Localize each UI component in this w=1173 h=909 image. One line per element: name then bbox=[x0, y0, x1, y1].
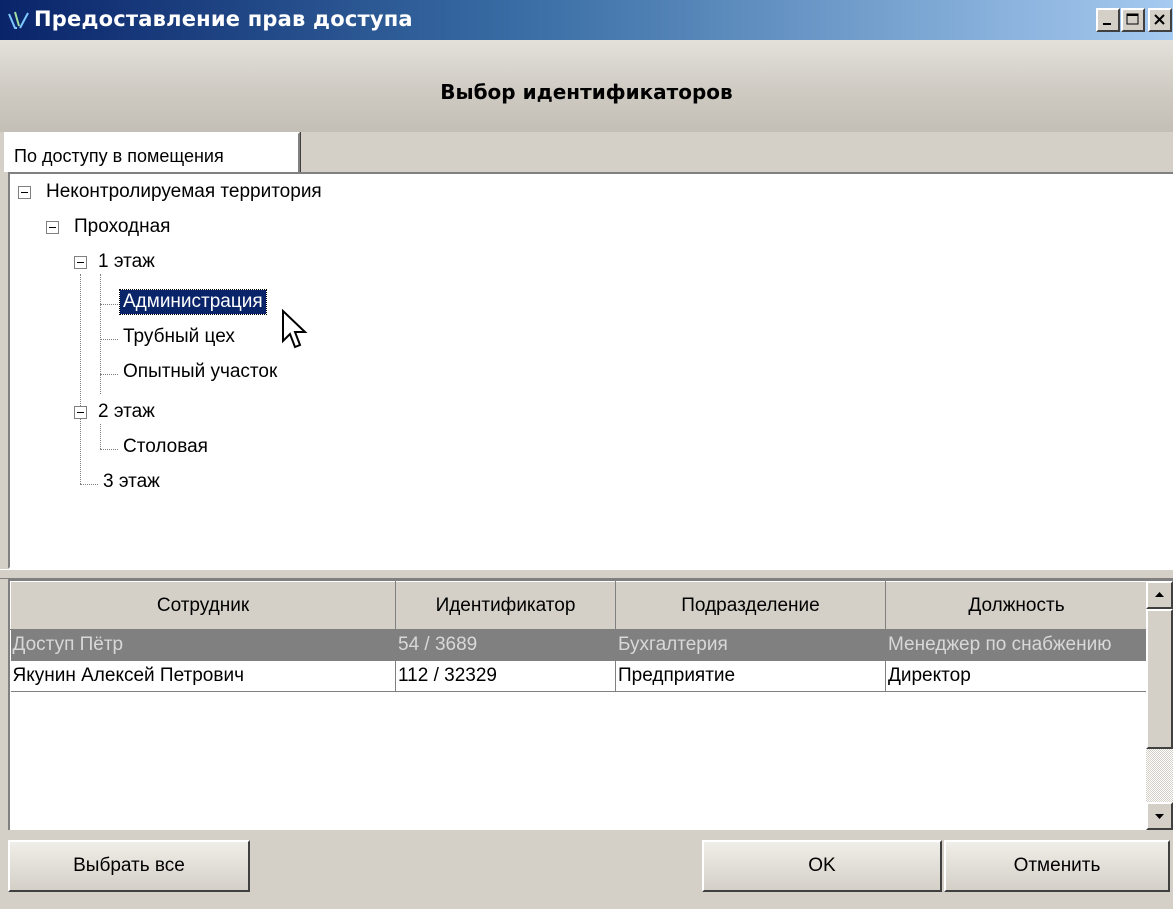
tree-connector bbox=[100, 274, 101, 394]
tree-node-canteen[interactable]: Столовая bbox=[120, 432, 211, 462]
table-row[interactable]: Доступ Пётр 54 / 3689 Бухгалтерия Менедж… bbox=[10, 629, 1148, 661]
employees-table: Сотрудник Идентификатор Подразделение До… bbox=[10, 581, 1148, 692]
cell-department: Бухгалтерия bbox=[615, 629, 886, 661]
tree-node-pipe-shop[interactable]: Трубный цех bbox=[120, 322, 238, 352]
access-rights-window: Предоставление прав доступа Выбор иденти… bbox=[0, 0, 1173, 909]
collapse-icon[interactable] bbox=[18, 185, 31, 199]
minimize-icon bbox=[1103, 23, 1111, 25]
tree-connector bbox=[100, 424, 101, 449]
collapse-icon[interactable] bbox=[46, 220, 59, 234]
column-header-position[interactable]: Должность bbox=[885, 581, 1148, 630]
arrow-down-icon bbox=[1155, 814, 1164, 819]
scroll-down-button[interactable] bbox=[1146, 802, 1173, 830]
scroll-track[interactable] bbox=[1146, 749, 1173, 802]
column-header-employee[interactable]: Сотрудник bbox=[10, 581, 396, 630]
close-button[interactable] bbox=[1148, 8, 1172, 32]
tree-connector bbox=[80, 484, 98, 485]
tree-node-floor-1[interactable]: 1 этаж bbox=[74, 247, 158, 277]
panel-splitter[interactable] bbox=[0, 569, 1173, 579]
window-title: Предоставление прав доступа bbox=[34, 7, 413, 31]
room-tree: Неконтролируемая территория Проходная 1 … bbox=[8, 172, 1173, 569]
tree-connector bbox=[100, 339, 118, 340]
tree-connector bbox=[100, 449, 118, 450]
title-bar[interactable]: Предоставление прав доступа bbox=[0, 0, 1173, 40]
tree-node-label: Неконтролируемая территория bbox=[46, 181, 322, 202]
cell-position: Менеджер по снабжению bbox=[885, 629, 1148, 661]
collapse-icon[interactable] bbox=[74, 255, 87, 269]
cell-employee: Доступ Пётр bbox=[10, 629, 396, 661]
scroll-up-button[interactable] bbox=[1146, 581, 1173, 609]
ok-button[interactable]: OK bbox=[702, 840, 942, 892]
mouse-cursor-icon bbox=[282, 309, 308, 349]
vertical-scrollbar[interactable] bbox=[1146, 581, 1173, 830]
employees-grid: Сотрудник Идентификатор Подразделение До… bbox=[8, 579, 1173, 830]
tree-connector bbox=[100, 374, 118, 375]
table-row[interactable]: Якунин Алексей Петрович 112 / 32329 Пред… bbox=[10, 660, 1148, 692]
minimize-button[interactable] bbox=[1096, 8, 1120, 32]
tree-node-floor-2[interactable]: 2 этаж bbox=[74, 397, 158, 427]
cell-department: Предприятие bbox=[615, 660, 886, 692]
tree-connector bbox=[100, 304, 118, 305]
tree-node-label: Столовая bbox=[123, 436, 208, 457]
collapse-icon[interactable] bbox=[74, 405, 87, 419]
tree-node-label: 2 этаж bbox=[98, 401, 155, 422]
page-title: Выбор идентификаторов bbox=[440, 80, 733, 104]
arrow-up-icon bbox=[1155, 592, 1164, 597]
tab-room-access[interactable]: По доступу в помещения bbox=[4, 132, 300, 172]
column-header-department[interactable]: Подразделение bbox=[615, 581, 886, 630]
tree-node-label: Трубный цех bbox=[123, 326, 235, 347]
close-icon bbox=[1154, 14, 1165, 25]
column-header-identifier[interactable]: Идентификатор bbox=[395, 581, 616, 630]
tree-node-label: Проходная bbox=[74, 216, 171, 237]
cell-employee: Якунин Алексей Петрович bbox=[10, 660, 396, 692]
tree-node-label: Опытный участок bbox=[123, 361, 278, 382]
cell-identifier: 112 / 32329 bbox=[395, 660, 616, 692]
tree-node-checkpoint[interactable]: Проходная bbox=[46, 212, 173, 242]
tree-node-floor-3[interactable]: 3 этаж bbox=[100, 467, 163, 497]
cell-identifier: 54 / 3689 bbox=[395, 629, 616, 661]
cell-position: Директор bbox=[885, 660, 1148, 692]
tree-node-label: Администрация bbox=[119, 289, 267, 315]
tree-connector bbox=[80, 274, 81, 484]
maximize-icon bbox=[1126, 13, 1139, 25]
tree-node-pilot-section[interactable]: Опытный участок bbox=[120, 357, 280, 387]
tree-node-label: 1 этаж bbox=[98, 251, 155, 272]
cancel-button[interactable]: Отменить bbox=[944, 840, 1170, 892]
select-all-button[interactable]: Выбрать все bbox=[8, 840, 250, 892]
maximize-button[interactable] bbox=[1121, 8, 1145, 32]
dialog-footer: Выбрать все OK Отменить bbox=[0, 830, 1173, 909]
scroll-thumb[interactable] bbox=[1146, 609, 1173, 749]
tree-node-administration[interactable]: Администрация bbox=[119, 287, 267, 317]
app-icon bbox=[8, 11, 29, 29]
tree-node-label: 3 этаж bbox=[103, 471, 160, 492]
tree-node-uncontrolled-territory[interactable]: Неконтролируемая территория bbox=[18, 177, 325, 207]
